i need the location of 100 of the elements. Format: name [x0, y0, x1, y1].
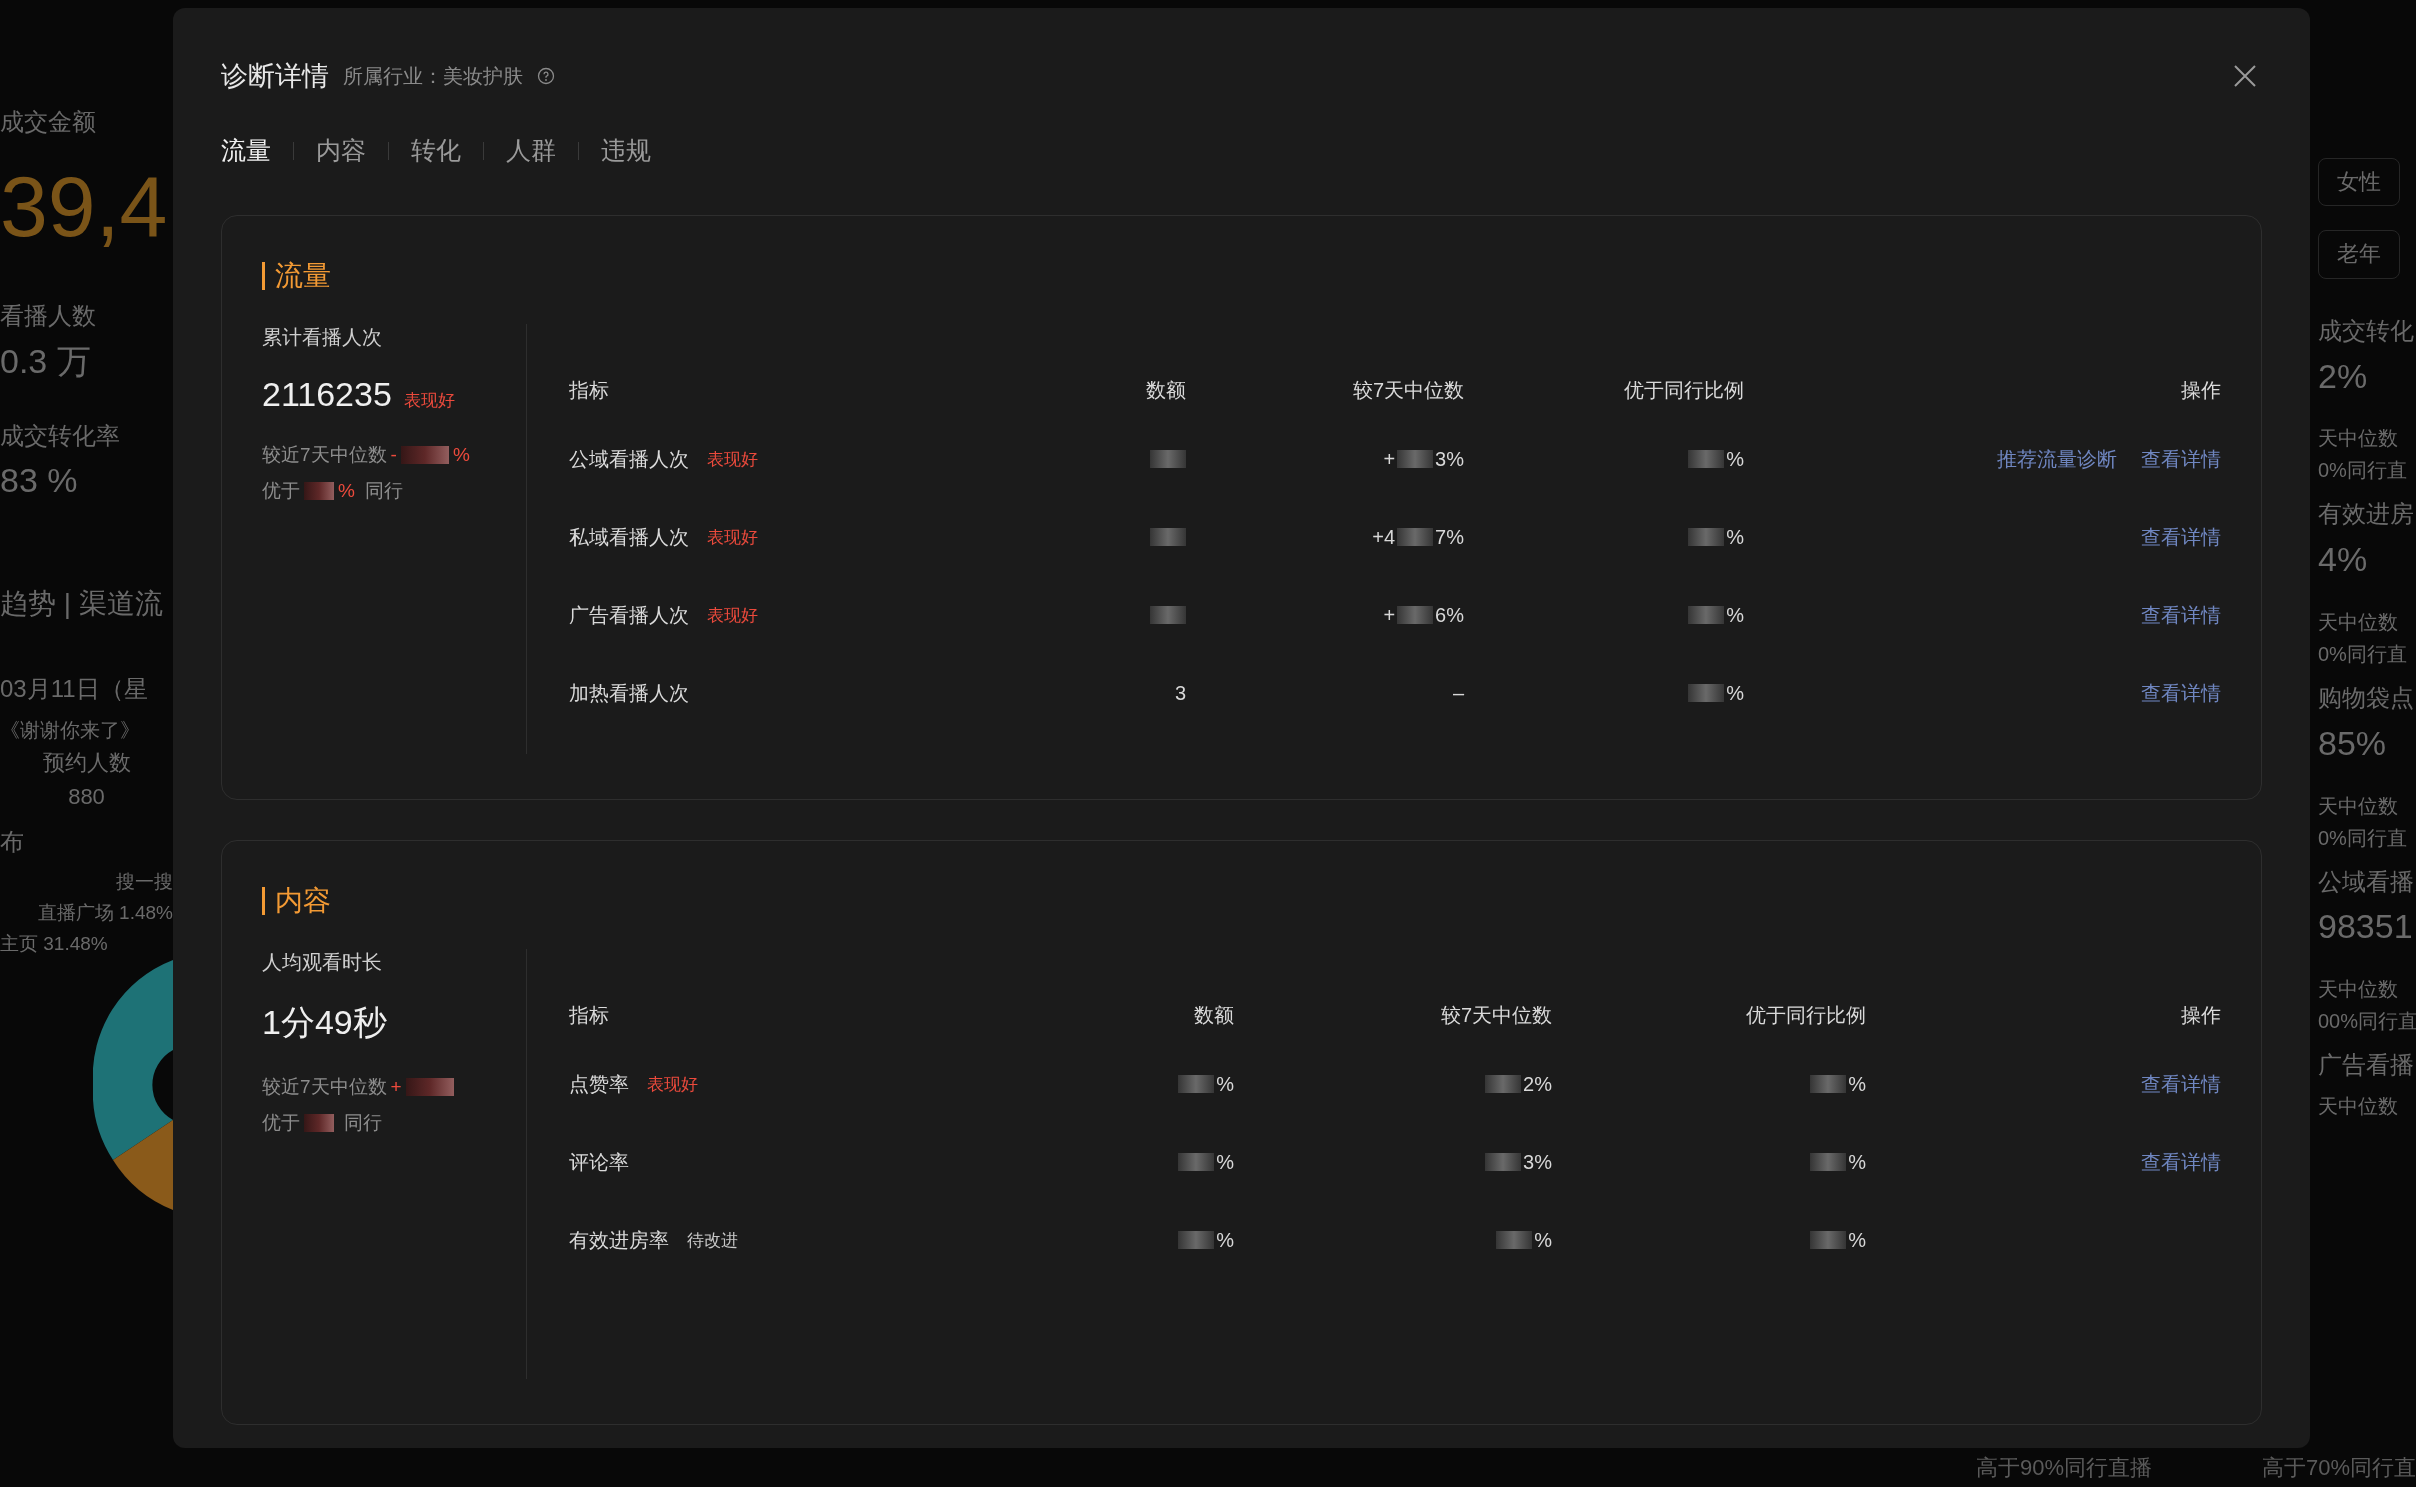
background-text: 广告看播 — [2318, 1051, 2414, 1080]
background-text: 公域看播 — [2318, 867, 2414, 897]
column-header: 指标 — [569, 1002, 610, 1028]
metric-name: 公域看播人次 — [569, 446, 689, 472]
percent-sign: % — [338, 480, 355, 502]
column-header: 指标 — [569, 377, 610, 403]
column-header: 数额 — [1145, 377, 1186, 403]
background-text: 83 % — [0, 460, 78, 502]
percent-sign: % — [452, 444, 470, 466]
table-cell: % — [1534, 1228, 1552, 1252]
background-text: 0%同行直 — [2318, 458, 2407, 483]
status-tag: 表现好 — [707, 447, 758, 471]
background-text: 0.3 万 — [0, 340, 91, 382]
status-tag: 表现好 — [707, 525, 758, 549]
table-cell: % — [1726, 447, 1744, 471]
cell-prefix: + — [1383, 447, 1396, 471]
background-text: 天中位数 — [2318, 977, 2398, 1002]
table-cell: 3% — [1435, 447, 1464, 471]
table-cell: 2% — [1523, 1072, 1552, 1096]
column-header: 优于同行比例 — [1745, 1002, 1866, 1028]
delta-sign: + — [390, 1076, 402, 1098]
table-cell: % — [1848, 1072, 1866, 1096]
table-cell: % — [1848, 1228, 1866, 1252]
column-header: 数额 — [1193, 1002, 1234, 1028]
status-tag: 待改进 — [687, 1228, 738, 1252]
table-cell: % — [1216, 1228, 1234, 1252]
summary-label: 累计看播人次 — [262, 325, 383, 350]
status-tag: 表现好 — [647, 1072, 698, 1096]
background-text: 购物袋点 — [2318, 683, 2414, 713]
table-cell: 7% — [1435, 525, 1464, 549]
redacted-block — [400, 446, 449, 464]
detail-link[interactable]: 查看详情 — [2141, 601, 2221, 629]
background-text: 39,4 — [0, 156, 168, 256]
table-cell: % — [1726, 603, 1744, 627]
column-header: 优于同行比例 — [1623, 377, 1744, 403]
industry-label: 所属行业：美妆护肤 — [343, 63, 523, 89]
table-cell: 6% — [1435, 603, 1464, 627]
detail-link[interactable]: 推荐流量诊断 — [1997, 445, 2117, 473]
column-header: 较7天中位数 — [1351, 377, 1464, 403]
column-header: 较7天中位数 — [1439, 1002, 1552, 1028]
metric-name: 加热看播人次 — [569, 680, 689, 706]
tab[interactable]: 转化 — [411, 134, 461, 167]
tab[interactable]: 人群 — [506, 134, 556, 167]
table-cell: % — [1848, 1150, 1866, 1174]
detail-link[interactable]: 查看详情 — [2141, 1070, 2221, 1098]
detail-link[interactable]: 查看详情 — [2141, 523, 2221, 551]
section-title: 内容 — [262, 887, 331, 915]
background-text: 成交转化率 — [0, 421, 120, 451]
background-text: 98351 — [2318, 906, 2413, 948]
status-tag: 表现好 — [403, 389, 455, 412]
metric-name: 广告看播人次 — [569, 602, 689, 628]
tab[interactable]: 内容 — [316, 134, 366, 167]
detail-link[interactable]: 查看详情 — [2141, 445, 2221, 473]
compare-label: 较近7天中位数 — [262, 443, 387, 467]
metric-name: 有效进房率 — [569, 1227, 669, 1253]
table-cell: % — [1216, 1072, 1234, 1096]
background-text: 成交金额 — [0, 108, 96, 137]
summary-value: 2116235 — [262, 375, 392, 414]
help-icon[interactable] — [537, 67, 555, 85]
tab[interactable]: 流量 — [221, 134, 271, 167]
rank-prefix: 优于 — [262, 1111, 300, 1135]
background-text: 天中位数 — [2318, 793, 2398, 818]
background-text: 天中位数 — [2318, 609, 2398, 634]
detail-link[interactable]: 查看详情 — [2141, 1148, 2221, 1176]
metric-name: 点赞率 — [569, 1071, 629, 1097]
background-text: 2% — [2318, 355, 2368, 397]
section-title: 流量 — [262, 262, 331, 290]
metric-name: 评论率 — [569, 1149, 629, 1175]
background-text: 高于90%同行直播 — [1975, 1453, 2152, 1482]
table-cell: % — [1216, 1150, 1234, 1174]
rank-suffix: 同行 — [364, 479, 403, 503]
background-text: 布 — [0, 828, 24, 858]
background-text: 预约人数 — [42, 749, 131, 776]
background-text: 0%同行直 — [2318, 641, 2407, 666]
table-cell: 3 — [1174, 681, 1186, 705]
detail-link[interactable]: 查看详情 — [2141, 679, 2221, 707]
tab[interactable]: 违规 — [601, 134, 651, 167]
delta-sign: - — [390, 444, 397, 466]
background-text: 搜一搜 — [116, 871, 173, 894]
background-text: 0%同行直 — [2318, 825, 2407, 850]
background-text: 天中位数 — [2318, 1093, 2398, 1118]
background-text: 85% — [2318, 722, 2387, 764]
redacted-block — [304, 1114, 334, 1132]
table-cell: % — [1726, 681, 1744, 705]
redacted-block — [405, 1078, 454, 1096]
rank-suffix: 同行 — [344, 1111, 382, 1135]
table-cell: % — [1726, 525, 1744, 549]
table-cell: 3% — [1523, 1150, 1552, 1174]
background-text: 老年 — [2318, 230, 2400, 279]
background-text: 成交转化 — [2318, 316, 2414, 346]
cell-prefix: +4 — [1372, 525, 1396, 549]
column-header: 操作 — [2180, 377, 2221, 403]
rank-prefix: 优于 — [262, 479, 300, 503]
table-cell: – — [1452, 681, 1464, 705]
column-header: 操作 — [2180, 1002, 2221, 1028]
status-tag: 表现好 — [707, 603, 758, 627]
background-text: 880 — [68, 783, 105, 811]
background-text: 直播广场 1.48% — [37, 901, 173, 925]
background-text: 《谢谢你来了》 — [0, 717, 140, 742]
cell-prefix: + — [1383, 603, 1396, 627]
